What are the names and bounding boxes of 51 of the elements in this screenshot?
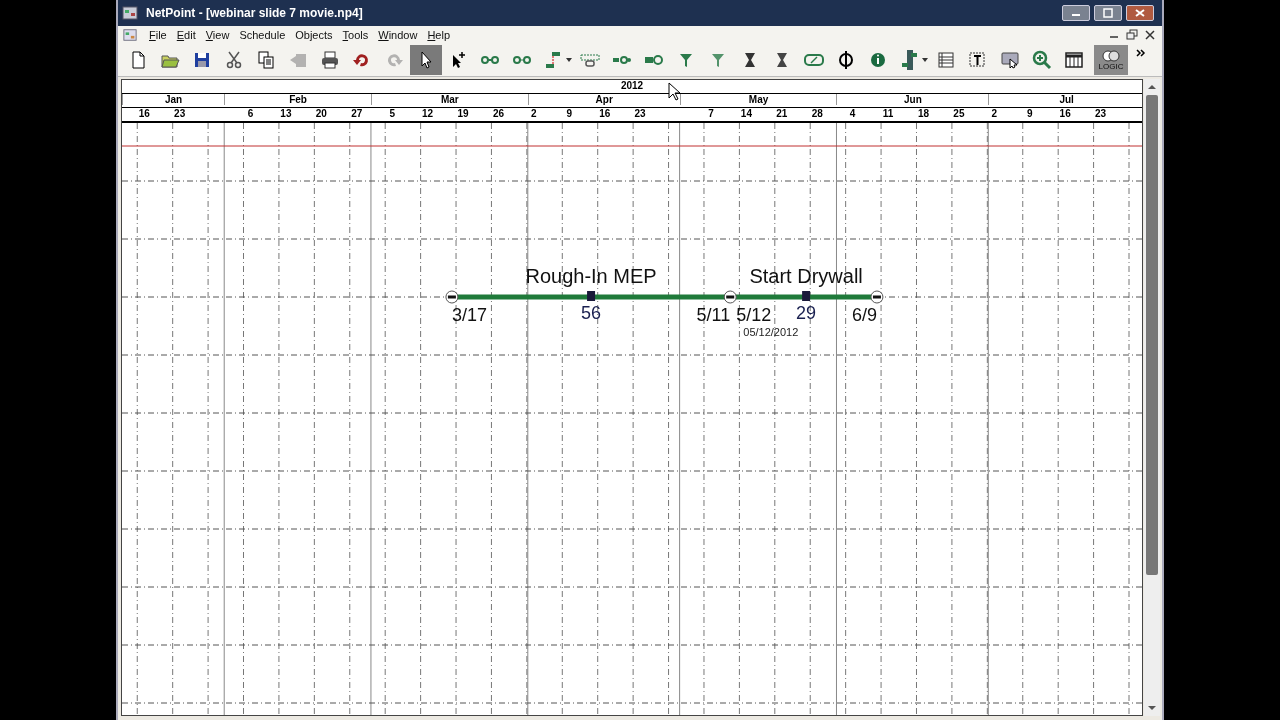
month-label: Jul bbox=[988, 94, 1144, 105]
window-title: NetPoint - [webinar slide 7 movie.np4] bbox=[146, 6, 363, 20]
menu-item[interactable]: Objects bbox=[290, 29, 338, 41]
activity-name: Start Drywall bbox=[749, 265, 863, 288]
menu-item[interactable]: View bbox=[200, 29, 235, 41]
start-date: 3/17 bbox=[451, 305, 487, 326]
week-label: 6 bbox=[246, 108, 255, 119]
week-label: 9 bbox=[565, 108, 574, 119]
week-label: 16 bbox=[137, 108, 151, 119]
finish-date: 5/11 bbox=[696, 305, 731, 326]
week-label: 16 bbox=[1058, 108, 1072, 119]
menu-item[interactable]: File bbox=[144, 29, 172, 41]
menu-item[interactable]: Tools bbox=[337, 29, 374, 41]
week-label: 27 bbox=[350, 108, 364, 119]
week-label: 4 bbox=[848, 108, 857, 119]
week-label: 5 bbox=[388, 108, 396, 119]
month-label: Jan bbox=[122, 94, 225, 105]
month-label: Mar bbox=[370, 94, 528, 105]
finish-date: 6/9 bbox=[851, 305, 877, 326]
start-date-full: 05/12/2012 bbox=[743, 326, 799, 338]
week-label: 12 bbox=[421, 108, 435, 119]
week-label: 23 bbox=[633, 108, 647, 119]
duration-label: 56 bbox=[581, 303, 602, 324]
start-date: 5/12 bbox=[736, 305, 772, 326]
menu-item[interactable]: Edit bbox=[171, 29, 201, 41]
week-label: 23 bbox=[1094, 108, 1108, 119]
week-label: 20 bbox=[314, 108, 328, 119]
menu-item[interactable]: Help bbox=[422, 29, 455, 41]
week-label: 19 bbox=[456, 108, 470, 119]
week-label: 2 bbox=[990, 108, 999, 119]
week-label: 25 bbox=[952, 108, 966, 119]
week-label: 9 bbox=[1025, 108, 1034, 119]
week-label: 16 bbox=[598, 108, 612, 119]
month-label: Jun bbox=[836, 94, 989, 105]
menu-item[interactable]: Window bbox=[373, 29, 423, 41]
week-label: 7 bbox=[707, 108, 715, 119]
duration-label: 29 bbox=[796, 303, 817, 324]
week-label: 26 bbox=[491, 108, 505, 119]
week-label: 2 bbox=[530, 108, 538, 119]
month-label: Feb bbox=[224, 94, 371, 105]
logic-button[interactable]: LOGIC bbox=[1094, 45, 1128, 75]
week-label: 28 bbox=[810, 108, 824, 119]
week-label: 14 bbox=[739, 108, 753, 119]
week-label: 21 bbox=[775, 108, 789, 119]
week-label: 13 bbox=[279, 108, 293, 119]
week-label: 11 bbox=[881, 108, 895, 119]
activity-name: Rough-In MEP bbox=[525, 265, 657, 288]
menu-item[interactable]: Schedule bbox=[234, 29, 291, 41]
week-label: 23 bbox=[173, 108, 187, 119]
week-label: 18 bbox=[916, 108, 931, 119]
year-label: 2012 bbox=[620, 80, 644, 93]
